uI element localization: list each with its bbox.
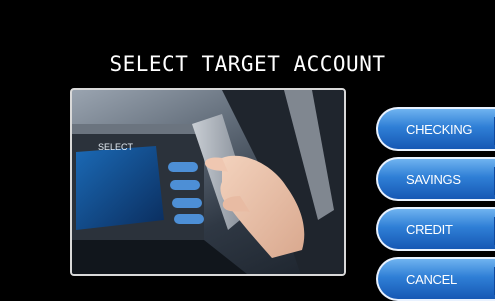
atm-screen-display [76,146,164,230]
atm-illustration: SELECT [72,90,344,274]
atm-key [172,198,202,208]
cancel-button[interactable]: CANCEL [376,257,495,301]
savings-button-label: SAVINGS [406,171,461,187]
atm-key [174,214,204,224]
atm-screen: SELECT TARGET ACCOUNT SELECT CHECKING SA… [0,0,495,301]
atm-keypad-photo: SELECT [70,88,346,276]
credit-button[interactable]: CREDIT [376,207,495,251]
checking-button-label: CHECKING [406,121,473,137]
savings-button[interactable]: SAVINGS [376,157,495,201]
page-title: SELECT TARGET ACCOUNT [109,52,386,76]
cancel-button-label: CANCEL [406,271,457,287]
credit-button-label: CREDIT [406,221,453,237]
checking-button[interactable]: CHECKING [376,107,495,151]
atm-key [168,162,198,172]
atm-key [170,180,200,190]
atm-select-label: SELECT [98,142,134,152]
